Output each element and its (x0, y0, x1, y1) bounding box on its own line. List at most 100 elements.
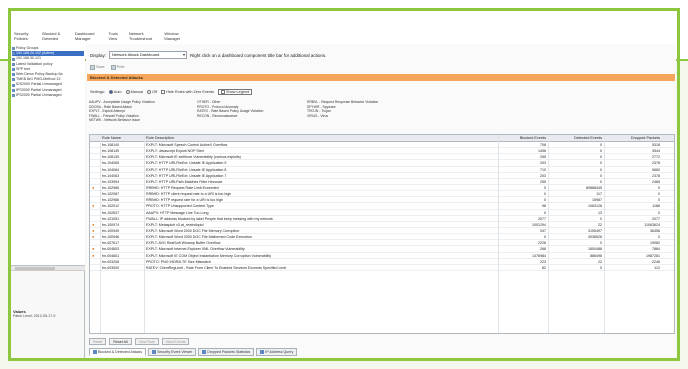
dashboard-icon (152, 350, 157, 354)
row-marker: ● (92, 246, 95, 252)
tree-item[interactable]: IPS2000 Partial Unmanaged (12, 93, 84, 98)
table-row[interactable]: fm-003000 RATEV: ClientRegLimit - Rate Fr… (90, 265, 674, 271)
menu-item[interactable]: Tools View (105, 31, 125, 43)
blocked-events-cell: 0 (544, 210, 546, 215)
dropped-packets-cell: 0 (658, 192, 660, 197)
rule-description-cell: EXPLT: Microsoft Internet Explorer XML O… (146, 247, 245, 252)
detected-events-cell: 0 (600, 265, 602, 270)
view-rule-button[interactable]: View Rule (134, 338, 159, 345)
dropped-packets-cell: 19082 (650, 241, 660, 246)
dropped-packets-cell: 2772 (652, 155, 660, 160)
policy-icon (12, 78, 15, 82)
toolbar-hint: Right click on a dashboard component tit… (190, 52, 327, 58)
policy-icon (12, 88, 15, 92)
dashboard-select[interactable]: Network Attack Dashboard ▾ (109, 51, 188, 59)
tab-ip-address-query[interactable]: IP Address Query (256, 348, 298, 356)
show-legend-label: Show Legend (225, 89, 250, 94)
tab-label: IP Address Query (265, 349, 294, 354)
dashboard-icon (93, 350, 97, 354)
blocked-events-cell: 2228 (538, 241, 546, 246)
policy-icon (12, 52, 15, 56)
dashboard-icon (260, 350, 265, 354)
display-label: Display: (90, 52, 107, 58)
policy-icon (12, 93, 15, 97)
hide-zero-checkbox[interactable]: Hide Rules with Zero Events (161, 89, 214, 94)
dropped-packets-cell: 0 (658, 185, 660, 190)
column-header-blocked-events[interactable]: Blocked Events (502, 135, 546, 142)
column-header-detected-events[interactable]: Detected Events (550, 135, 602, 142)
radio-auto[interactable]: Auto (108, 89, 122, 94)
menu-item[interactable]: Network Troubleshoot (126, 31, 161, 43)
rule-description-cell: EXPLT: HTTP URLPath Matches Filter Hexco… (146, 179, 223, 184)
detected-events-cell: 80888445 (586, 185, 602, 190)
checkbox-icon (220, 89, 225, 94)
scrollbar-thumb[interactable] (15, 267, 55, 270)
rule-description-cell: RATEV: ClientRegLimit - Rate From Client… (146, 265, 287, 270)
reset-all-button[interactable]: Reset All (109, 338, 132, 345)
detected-events-cell: 0 (600, 167, 602, 172)
dropped-packets-cell: 0 (658, 198, 660, 203)
tab-label: Blocked & Detected Attacks (98, 349, 143, 354)
settings-label: Settings: (90, 90, 105, 94)
tab-dropped-packets-statistics[interactable]: Dropped Packets Statistics (198, 348, 255, 356)
rule-name-cell: fm-101051 (102, 216, 120, 221)
blocked-events-cell: 255 (540, 155, 546, 160)
radio-manual[interactable]: Manual (125, 89, 143, 94)
tab-security-event-viewer[interactable]: Security Event Viewer (148, 348, 197, 356)
radio-auto-label: Auto (113, 89, 122, 94)
menu-item[interactable]: Window Manager (161, 31, 191, 43)
blocked-events-cell: 223 (540, 259, 546, 264)
rule-description-cell: RRBHD: HTTP request rate for a URI is to… (146, 198, 224, 203)
menu-item[interactable]: Security Policies (11, 31, 39, 43)
reset-button[interactable]: Reset (89, 338, 107, 345)
display-toolbar: Display: Network Attack Dashboard ▾ Righ… (86, 50, 676, 60)
radio-icon (108, 89, 113, 94)
rule-description-cell: FWALL: IP address blocked by label Peopl… (146, 216, 273, 221)
save-button[interactable]: Save (90, 64, 105, 70)
save-icon (90, 64, 95, 70)
rule-name-cell: fm-100949 (102, 228, 120, 233)
chevron-down-icon: ▾ (183, 52, 186, 57)
detected-events-cell: 117 (596, 192, 602, 197)
column-header-dropped-packets[interactable]: Dropped Packets (606, 135, 660, 142)
detected-events-cell: 1800488 (588, 247, 602, 252)
rule-description-cell: RRBHD: HTTP Request Rate Limit Exceeded (146, 185, 219, 190)
rule-description-cell: EXPLT: HTTP URLFileExt: Unsafe IE Applic… (146, 173, 227, 178)
legend-entry: VIRUS - Virus (307, 113, 329, 118)
print-button[interactable]: Print (110, 64, 124, 70)
rule-name-cell: fm-102637 (102, 210, 120, 215)
blocked-events-cell: 255 (540, 179, 546, 184)
tab-label: Dropped Packets Statistics (207, 349, 251, 354)
policy-tree[interactable]: Policy Groups 192.168.20.102 (Active) 192.… (11, 44, 85, 266)
dropped-packets-cell: 11063624 (644, 222, 660, 227)
rule-name-cell: fm-007617 (102, 241, 120, 246)
view-events-button[interactable]: View Events (161, 338, 190, 345)
detected-events-cell: 22 (598, 259, 602, 264)
tree-horizontal-scrollbar[interactable] (11, 266, 85, 271)
left-panel: Policy Groups 192.168.20.102 (Active) 192.… (11, 44, 85, 360)
dropped-packets-cell: 2246 (652, 259, 660, 264)
tab-blocked-detected-attacks[interactable]: Blocked & Detected Attacks (89, 348, 147, 356)
dropped-packets-cell: 36456 (650, 228, 660, 233)
menu-item[interactable]: Blocked & Detected (39, 31, 72, 43)
legend-entry: AAUPV - Acceptable Usage Policy Violatio… (89, 100, 155, 104)
rule-name-cell: fm-003000 (102, 265, 120, 270)
row-marker: ● (92, 184, 95, 190)
radio-icon (147, 89, 152, 94)
menu-item[interactable]: Dashboard Manager (72, 31, 106, 43)
radio-off[interactable]: Off (147, 89, 158, 94)
blocked-events-cell: 82 (542, 265, 546, 270)
blocked-events-cell: 710 (540, 167, 546, 172)
dropped-packets-cell: 2465 (652, 179, 660, 184)
blocked-events-cell: 0 (544, 198, 546, 203)
blocked-events-cell: 1001294 (532, 222, 546, 227)
column-header-rule-description[interactable]: Rule Description (146, 135, 466, 142)
column-header-rule-name[interactable]: Rule Name (102, 135, 142, 142)
blocked-events-cell: 203 (540, 173, 546, 178)
legend-column-3: RRBVL - Request Response Behavior Violat… (307, 100, 378, 118)
show-legend-checkbox[interactable]: Show Legend (217, 88, 253, 95)
column-separator (604, 135, 605, 333)
radio-off-label: Off (152, 89, 158, 94)
save-label: Save (96, 65, 105, 69)
dropped-packets-cell: 0 (658, 210, 660, 215)
